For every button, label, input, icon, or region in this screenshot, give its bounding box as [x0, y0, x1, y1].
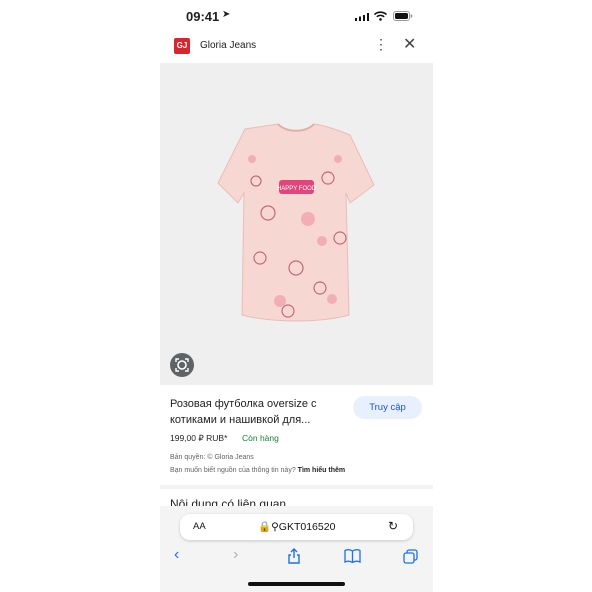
browser-bottom-bar: AA 🔒⚲GKT016520 ↻ ‹ › — [160, 506, 433, 592]
close-icon[interactable]: ✕ — [403, 37, 416, 53]
more-vert-icon[interactable]: ⋮ — [374, 37, 388, 51]
site-logo: GJ — [174, 38, 190, 54]
phone-screen: 09:41 ➤ GJ Gloria Jeans ⋮ ✕ HAPPY FOOD Р… — [160, 0, 433, 592]
status-time: 09:41 — [186, 9, 220, 24]
home-indicator — [248, 582, 345, 586]
url-value: GKT016520 — [278, 521, 336, 533]
address-bar[interactable]: AA 🔒⚲GKT016520 ↻ — [180, 514, 413, 540]
share-icon[interactable] — [287, 548, 301, 564]
lens-icon[interactable] — [170, 353, 194, 377]
reload-icon[interactable]: ↻ — [388, 519, 398, 533]
copyright-text: Bản quyền: © Gloria Jeans — [170, 454, 254, 461]
learn-more-link[interactable]: Tìm hiểu thêm — [298, 467, 345, 474]
status-bar: 09:41 ➤ — [160, 0, 433, 32]
product-image[interactable]: HAPPY FOOD — [160, 63, 433, 385]
result-header: GJ Gloria Jeans ⋮ ✕ — [160, 34, 433, 62]
site-name[interactable]: Gloria Jeans — [200, 40, 256, 51]
product-price: 199,00 ₽ RUB* — [170, 433, 228, 443]
signal-icon — [355, 13, 369, 21]
wifi-icon — [374, 11, 387, 21]
location-arrow-icon: ➤ — [222, 9, 231, 20]
visit-button[interactable]: Truy cập — [353, 396, 422, 419]
bookmarks-icon[interactable] — [344, 549, 361, 563]
source-question-text: Bạn muốn biết nguồn của thông tin này? — [170, 467, 296, 474]
lock-icon: 🔒 — [258, 521, 272, 533]
address-text[interactable]: 🔒⚲GKT016520 — [258, 520, 335, 533]
section-divider — [160, 485, 433, 489]
source-question: Bạn muốn biết nguồn của thông tin này? T… — [170, 467, 345, 474]
tshirt-illustration: HAPPY FOOD — [217, 123, 375, 322]
search-icon: ⚲ — [271, 521, 279, 533]
reader-settings-button[interactable]: AA — [193, 521, 206, 532]
tabs-icon[interactable] — [403, 549, 418, 564]
patch-text: HAPPY FOOD — [277, 186, 317, 192]
back-icon[interactable]: ‹ — [174, 546, 179, 564]
battery-icon — [393, 11, 413, 21]
forward-icon[interactable]: › — [233, 546, 238, 564]
product-title[interactable]: Розовая футболка oversize с котиками и н… — [170, 396, 340, 428]
stock-status: Còn hàng — [242, 433, 279, 443]
